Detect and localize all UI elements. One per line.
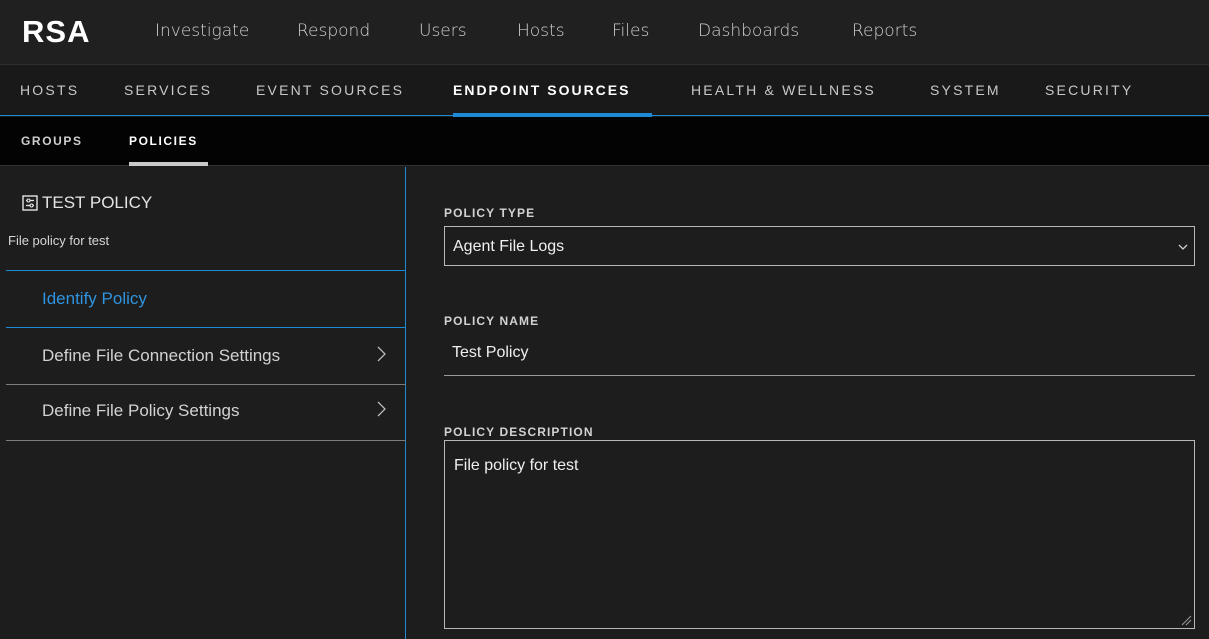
subnav-services[interactable]: SERVICES bbox=[124, 82, 212, 98]
step-label: Define File Policy Settings bbox=[42, 401, 240, 420]
policy-description-textarea[interactable]: File policy for test bbox=[444, 440, 1195, 629]
resize-grip-icon[interactable] bbox=[1180, 614, 1192, 626]
step-define-file-policy-settings[interactable]: Define File Policy Settings bbox=[6, 385, 406, 441]
nav-dashboards[interactable]: Dashboards bbox=[698, 21, 799, 41]
subnav-endpoint-sources[interactable]: ENDPOINT SOURCES bbox=[453, 82, 630, 98]
top-navigation-bar: RSA Investigate Respond Users Hosts File… bbox=[0, 0, 1209, 64]
policy-subtitle: File policy for test bbox=[8, 233, 110, 248]
policy-name-label: POLICY NAME bbox=[444, 314, 540, 328]
policy-wizard-panel: TEST POLICY File policy for test Identif… bbox=[6, 167, 406, 639]
step-label: Define File Connection Settings bbox=[42, 346, 281, 365]
policy-name-input[interactable]: Test Policy bbox=[444, 330, 1195, 376]
endpoint-sources-tabs: GROUPS POLICIES bbox=[0, 117, 1209, 166]
policy-description-value: File policy for test bbox=[454, 457, 579, 474]
nav-reports[interactable]: Reports bbox=[852, 21, 917, 41]
rsa-logo[interactable]: RSA bbox=[22, 14, 118, 50]
nav-files[interactable]: Files bbox=[612, 21, 649, 41]
policy-type-select[interactable]: Agent File Logs bbox=[444, 226, 1195, 266]
svg-text:RSA: RSA bbox=[22, 14, 90, 49]
subnav-security[interactable]: SECURITY bbox=[1045, 82, 1133, 98]
chevron-right-icon bbox=[377, 401, 386, 417]
rsa-logo-mark: RSA bbox=[22, 14, 90, 49]
subnav-event-sources[interactable]: EVENT SOURCES bbox=[256, 82, 404, 98]
step-define-file-connection-settings[interactable]: Define File Connection Settings bbox=[6, 327, 406, 385]
subnav-health-wellness[interactable]: HEALTH & WELLNESS bbox=[691, 82, 876, 98]
policy-description-label: POLICY DESCRIPTION bbox=[444, 425, 594, 439]
policy-name-value: Test Policy bbox=[452, 344, 529, 361]
admin-navigation-bar: HOSTS SERVICES EVENT SOURCES ENDPOINT SO… bbox=[0, 64, 1209, 117]
step-label: Identify Policy bbox=[42, 289, 147, 308]
chevron-down-icon bbox=[1178, 244, 1188, 250]
policy-type-label: POLICY TYPE bbox=[444, 206, 536, 220]
policy-title-text: TEST POLICY bbox=[42, 193, 153, 212]
chevron-right-icon bbox=[377, 346, 386, 362]
policy-settings-icon bbox=[22, 195, 38, 211]
nav-users[interactable]: Users bbox=[419, 21, 467, 41]
subnav-hosts[interactable]: HOSTS bbox=[20, 82, 79, 98]
step-identify-policy[interactable]: Identify Policy bbox=[6, 271, 406, 329]
nav-respond[interactable]: Respond bbox=[297, 21, 370, 41]
active-tab-indicator bbox=[129, 162, 208, 166]
nav-investigate[interactable]: Investigate bbox=[155, 21, 249, 41]
policy-header: TEST POLICY File policy for test bbox=[6, 167, 406, 271]
tab-policies[interactable]: POLICIES bbox=[129, 134, 198, 148]
policy-title: TEST POLICY bbox=[22, 193, 152, 213]
tab-groups[interactable]: GROUPS bbox=[21, 134, 83, 148]
subnav-system[interactable]: SYSTEM bbox=[930, 82, 1001, 98]
nav-hosts[interactable]: Hosts bbox=[517, 21, 565, 41]
policy-type-value: Agent File Logs bbox=[453, 238, 565, 255]
